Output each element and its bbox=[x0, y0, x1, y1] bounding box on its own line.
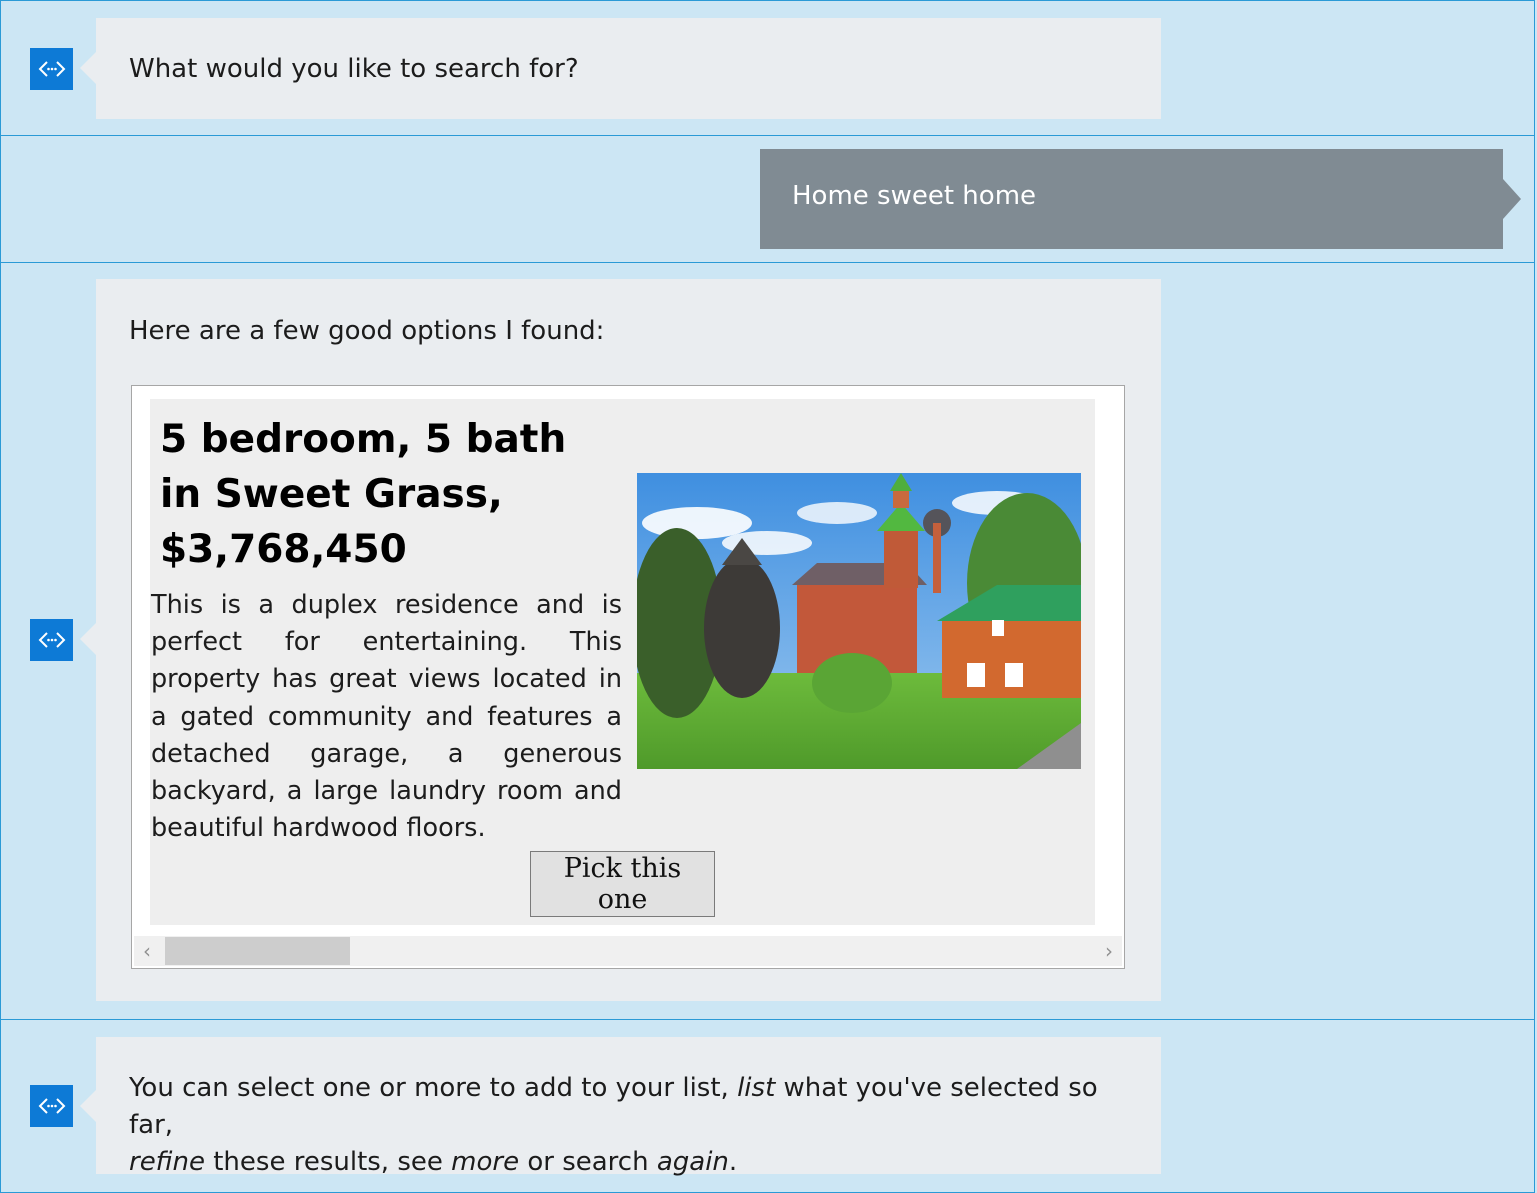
property-photo bbox=[637, 473, 1081, 769]
scroll-left-icon[interactable]: ‹ bbox=[143, 939, 151, 963]
bot-bubble: You can select one or more to add to you… bbox=[80, 1037, 1161, 1177]
bot-message-text: You can select one or more to add to you… bbox=[129, 1073, 1098, 1177]
bot-bubble: Here are a few good options I found: 5 b… bbox=[80, 279, 1161, 1001]
bot-avatar bbox=[30, 619, 73, 661]
horizontal-scrollbar[interactable]: ‹ › bbox=[134, 936, 1122, 966]
property-card: 5 bedroom, 5 bath in Sweet Grass, $3,768… bbox=[150, 399, 1095, 925]
bot-message-text: Here are a few good options I found: bbox=[129, 316, 605, 346]
bot-bubble: What would you like to search for? bbox=[80, 18, 1161, 119]
message-row-3: Here are a few good options I found: 5 b… bbox=[0, 262, 1535, 1020]
message-row-1: What would you like to search for? bbox=[0, 0, 1535, 136]
bot-code-icon bbox=[38, 1098, 65, 1114]
bot-avatar bbox=[30, 1085, 73, 1127]
more-command: more bbox=[451, 1147, 520, 1177]
bot-code-icon bbox=[38, 632, 65, 648]
bot-avatar bbox=[30, 48, 73, 90]
property-title: 5 bedroom, 5 bath in Sweet Grass, $3,768… bbox=[160, 417, 567, 572]
scroll-right-icon[interactable]: › bbox=[1105, 939, 1113, 963]
again-command: again bbox=[656, 1147, 729, 1177]
user-message-text: Home sweet home bbox=[792, 181, 1037, 211]
card-carousel: 5 bedroom, 5 bath in Sweet Grass, $3,768… bbox=[131, 385, 1125, 969]
bot-message-text: What would you like to search for? bbox=[129, 54, 579, 84]
pick-this-one-button[interactable]: Pick this one bbox=[530, 851, 715, 917]
message-row-4: You can select one or more to add to you… bbox=[0, 1019, 1535, 1193]
message-row-2: Home sweet home bbox=[0, 135, 1535, 263]
property-description: This is a duplex residence and is perfec… bbox=[151, 590, 622, 844]
scrollbar-thumb[interactable] bbox=[165, 937, 350, 965]
list-command: list bbox=[737, 1073, 776, 1103]
user-bubble: Home sweet home bbox=[760, 149, 1521, 249]
bot-code-icon bbox=[38, 61, 65, 77]
refine-command: refine bbox=[129, 1147, 205, 1177]
